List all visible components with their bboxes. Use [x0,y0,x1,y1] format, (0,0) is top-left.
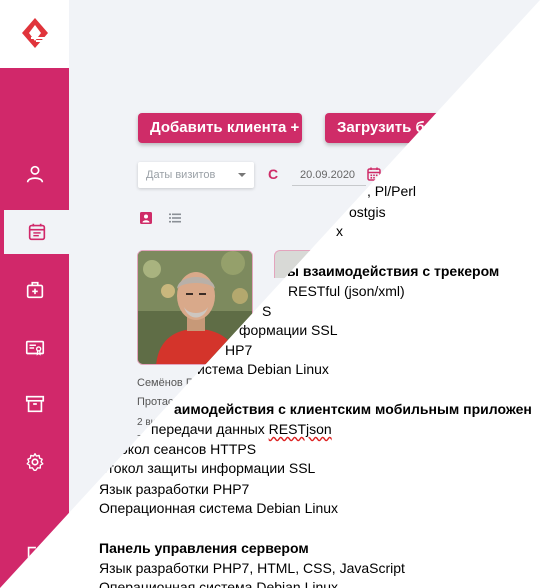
doc-heading-panel: Панель управления сервером [99,540,309,556]
doc-line-s: S [262,303,272,319]
doc-line-perl: , Pl/Perl [367,183,417,199]
logo-icon [21,18,48,48]
doc-line-protocol-ssl: отокол защиты информации SSL [100,460,316,476]
nav-settings[interactable] [0,440,69,484]
doc-line-sessions: окол сеансов HTTPS [120,441,257,457]
visit-dates-placeholder: Даты визитов [146,169,216,181]
doc-line-peredachi: передачи данных RESTjson [151,421,332,437]
doc-line-postgis: ostgis [349,204,386,220]
user-icon [26,165,43,183]
nav-archive[interactable] [0,382,69,426]
doc-line-peredachi-text: передачи данных [151,421,269,437]
doc-line-panel-lang: Язык разработки PHP7, HTML, CSS, JavaScr… [99,560,405,576]
doc-line-panel-os: Операционная система Debian Linux [99,579,339,588]
chevron-down-icon [238,173,246,177]
doc-line-debian: Операционная система Debian Linux [99,500,339,516]
nav-medical[interactable] [0,268,69,312]
doc-heading-mobile: аимодействия с клиентским мобильным прил… [174,401,532,417]
doc-line-x: x [336,223,343,239]
certificate-icon [25,340,44,356]
nav-clients[interactable] [0,152,69,196]
archive-icon [25,395,44,413]
doc-line-hp7: HP7 [225,342,253,358]
date-from-input[interactable]: 20.09.2020 [292,164,366,186]
calendar-icon [28,223,45,241]
doc-line-sistema: система Debian Linux [190,361,329,377]
doc-line-peredachi-word: RESTjson [268,421,332,437]
date-from-label: С [268,166,279,182]
doc-line-restful: RESTful (json/xml) [288,283,405,299]
nav-calendar[interactable] [0,210,69,254]
doc-line-php7: Язык разработки PHP7 [99,481,250,497]
doc-line-formacii: формации SSL [239,322,338,338]
logo[interactable] [0,0,69,68]
medical-kit-icon [26,281,43,299]
sidebar [0,0,69,588]
card-view-icon[interactable] [140,212,152,224]
visit-dates-select[interactable]: Даты визитов [138,162,254,188]
doc-heading-tracker: ы взаимодействия с трекером [287,263,500,279]
settings-icon [26,453,43,471]
list-view-icon[interactable] [169,213,181,223]
add-client-button[interactable]: Добавить клиента + [138,113,302,143]
nav-certificates[interactable] [0,326,69,370]
